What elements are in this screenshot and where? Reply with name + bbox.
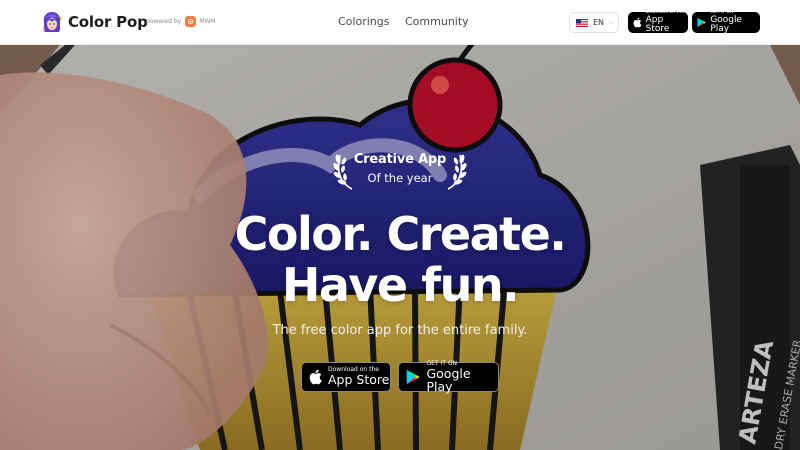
google-play-icon xyxy=(697,17,706,28)
nav-colorings-link[interactable]: Colorings xyxy=(338,15,389,28)
laurel-right-icon xyxy=(447,154,467,190)
header-app-store-button[interactable]: Download on the App Store xyxy=(628,10,688,35)
app-store-label: App Store xyxy=(645,15,670,35)
partner-name: MWM xyxy=(199,18,216,25)
chevron-down-icon: ⌵ xyxy=(609,18,614,26)
hero-section: ARTEZA DRY ERASE MARKER Creative App Of … xyxy=(0,45,800,450)
language-selector[interactable]: EN ⌵ xyxy=(569,12,619,33)
header-google-play-button[interactable]: GET IT ON Google Play xyxy=(692,10,760,35)
brand-name: Color Pop xyxy=(68,13,148,31)
google-play-label: Google Play xyxy=(710,15,743,35)
hero-headline-line-2: Have fun. xyxy=(281,258,520,312)
award-badge: Creative App Of the year xyxy=(332,147,468,191)
apple-icon xyxy=(633,17,642,28)
us-flag-icon xyxy=(576,18,588,27)
girl-face-logo-icon xyxy=(43,12,62,32)
language-code: EN xyxy=(593,18,605,27)
brand-home-link[interactable]: Color Pop xyxy=(40,10,148,34)
nav-community-link[interactable]: Community xyxy=(405,15,469,28)
hero-headline-line-1: Color. Create. xyxy=(234,207,567,261)
hero-app-store-button[interactable]: Download on the App Store xyxy=(301,362,391,392)
hero-google-play-button[interactable]: GET IT ON Google Play xyxy=(398,361,499,394)
apple-icon xyxy=(309,369,322,385)
powered-by-label: powered by xyxy=(146,18,182,25)
mwm-logo-icon xyxy=(185,16,197,27)
hero-tagline: The free color app for the entire family… xyxy=(272,323,528,338)
google-play-label: Google Play xyxy=(426,366,471,394)
powered-by: powered by MWM xyxy=(146,16,215,27)
site-header: Color Pop powered by MWM Colorings Commu… xyxy=(0,0,800,45)
google-play-icon xyxy=(406,369,420,385)
app-store-label: App Store xyxy=(328,372,390,388)
